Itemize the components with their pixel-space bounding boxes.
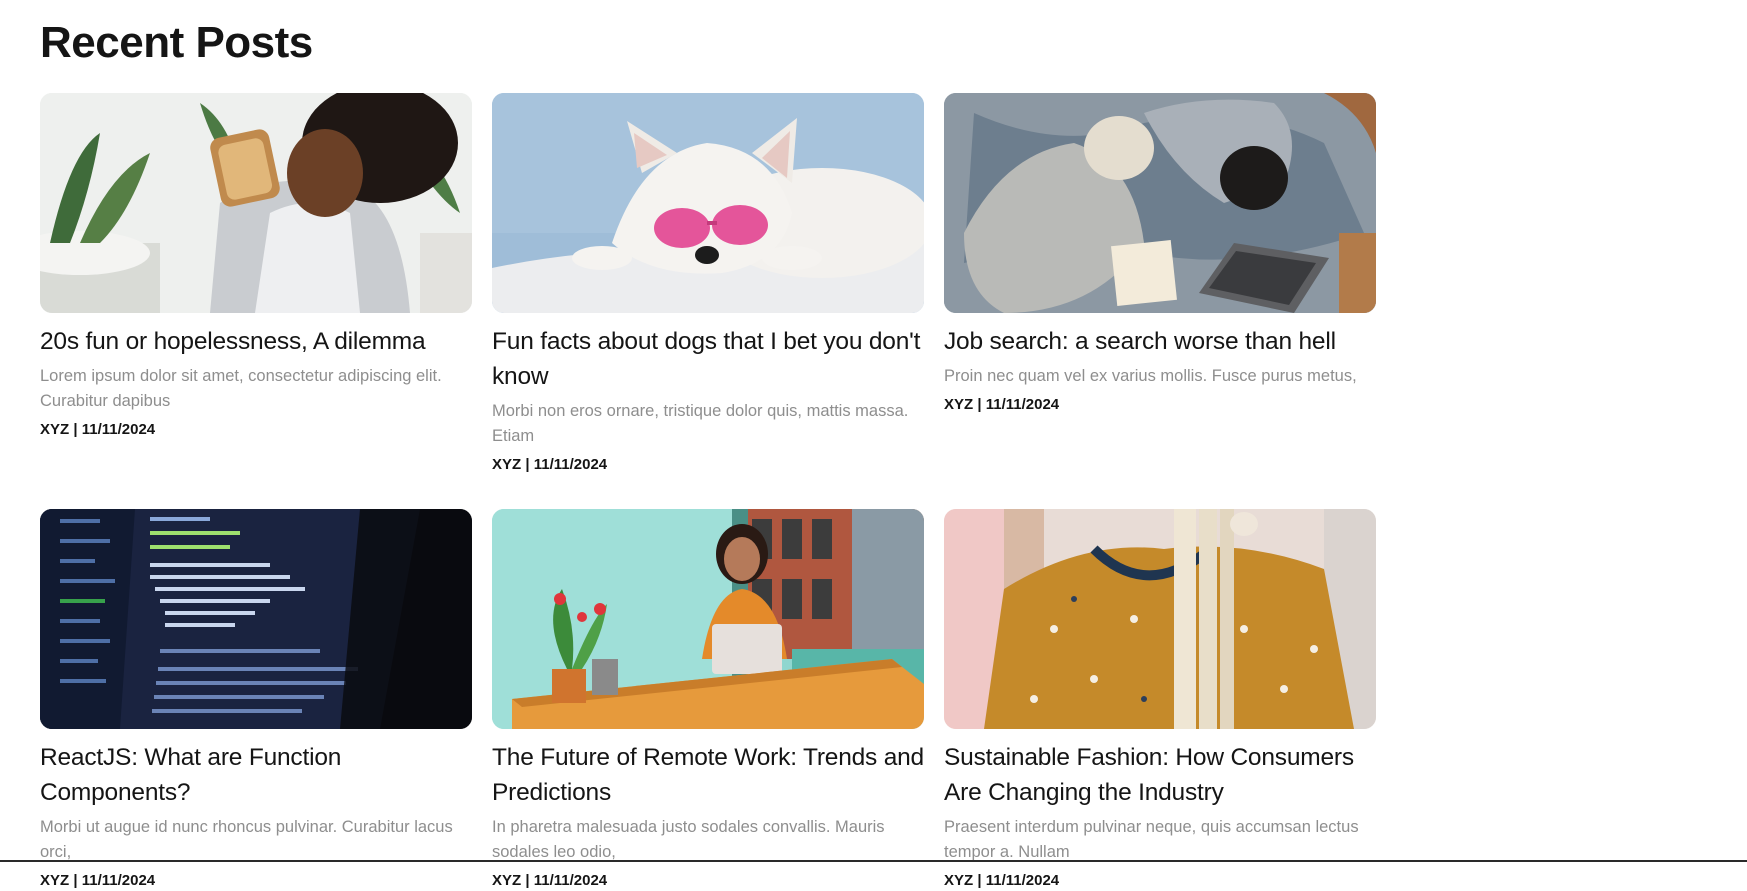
post-title[interactable]: Sustainable Fashion: How Consumers Are C… [944,740,1376,810]
page-title: Recent Posts [40,18,313,67]
post-date: 11/11/2024 [985,872,1060,889]
post-date: 11/11/2024 [533,456,608,473]
posts-grid: 20s fun or hopelessness, A dilemma Lorem… [40,93,1376,891]
post-title[interactable]: Fun facts about dogs that I bet you don'… [492,324,924,394]
post-image-people-on-rug[interactable] [944,93,1376,313]
post-date: 11/11/2024 [985,396,1060,413]
post-date: 11/11/2024 [533,872,608,889]
post-title[interactable]: The Future of Remote Work: Trends and Pr… [492,740,924,810]
post-excerpt: Morbi ut augue id nunc rhoncus pulvinar.… [40,818,453,861]
post-image-white-dog[interactable] [492,93,924,313]
post-card[interactable]: The Future of Remote Work: Trends and Pr… [492,509,924,891]
post-excerpt: Praesent interdum pulvinar neque, quis a… [944,818,1359,861]
post-author: XYZ [944,872,974,889]
post-meta: XYZ | 11/11/2024 [944,395,1376,415]
meta-separator: | [977,396,982,413]
post-excerpt: Proin nec quam vel ex varius mollis. Fus… [944,367,1357,385]
post-image-woman-eating-toast[interactable] [40,93,472,313]
post-author: XYZ [492,456,522,473]
post-card[interactable]: Sustainable Fashion: How Consumers Are C… [944,509,1376,891]
post-card[interactable]: Job search: a search worse than hell Pro… [944,93,1376,475]
post-excerpt: In pharetra malesuada justo sodales conv… [492,818,885,861]
post-meta: XYZ | 11/11/2024 [492,871,924,891]
post-meta: XYZ | 11/11/2024 [492,455,924,475]
post-author: XYZ [40,421,70,438]
post-card[interactable]: Fun facts about dogs that I bet you don'… [492,93,924,475]
meta-separator: | [525,456,530,473]
post-image-woman-remote-work[interactable] [492,509,924,729]
post-title[interactable]: ReactJS: What are Function Components? [40,740,472,810]
post-author: XYZ [944,396,974,413]
meta-separator: | [525,872,530,889]
meta-separator: | [73,421,78,438]
post-card[interactable]: 20s fun or hopelessness, A dilemma Lorem… [40,93,472,475]
post-date: 11/11/2024 [81,421,156,438]
post-excerpt: Lorem ipsum dolor sit amet, consectetur … [40,367,442,410]
post-image-floral-dress[interactable] [944,509,1376,729]
post-author: XYZ [492,872,522,889]
post-meta: XYZ | 11/11/2024 [944,871,1376,891]
meta-separator: | [73,872,78,889]
post-title[interactable]: Job search: a search worse than hell [944,324,1376,359]
post-meta: XYZ | 11/11/2024 [40,871,472,891]
meta-separator: | [977,872,982,889]
post-image-code-editor[interactable] [40,509,472,729]
post-card[interactable]: ReactJS: What are Function Components? M… [40,509,472,891]
post-excerpt: Morbi non eros ornare, tristique dolor q… [492,402,909,445]
post-title[interactable]: 20s fun or hopelessness, A dilemma [40,324,472,359]
post-author: XYZ [40,872,70,889]
post-meta: XYZ | 11/11/2024 [40,420,472,440]
post-date: 11/11/2024 [81,872,156,889]
